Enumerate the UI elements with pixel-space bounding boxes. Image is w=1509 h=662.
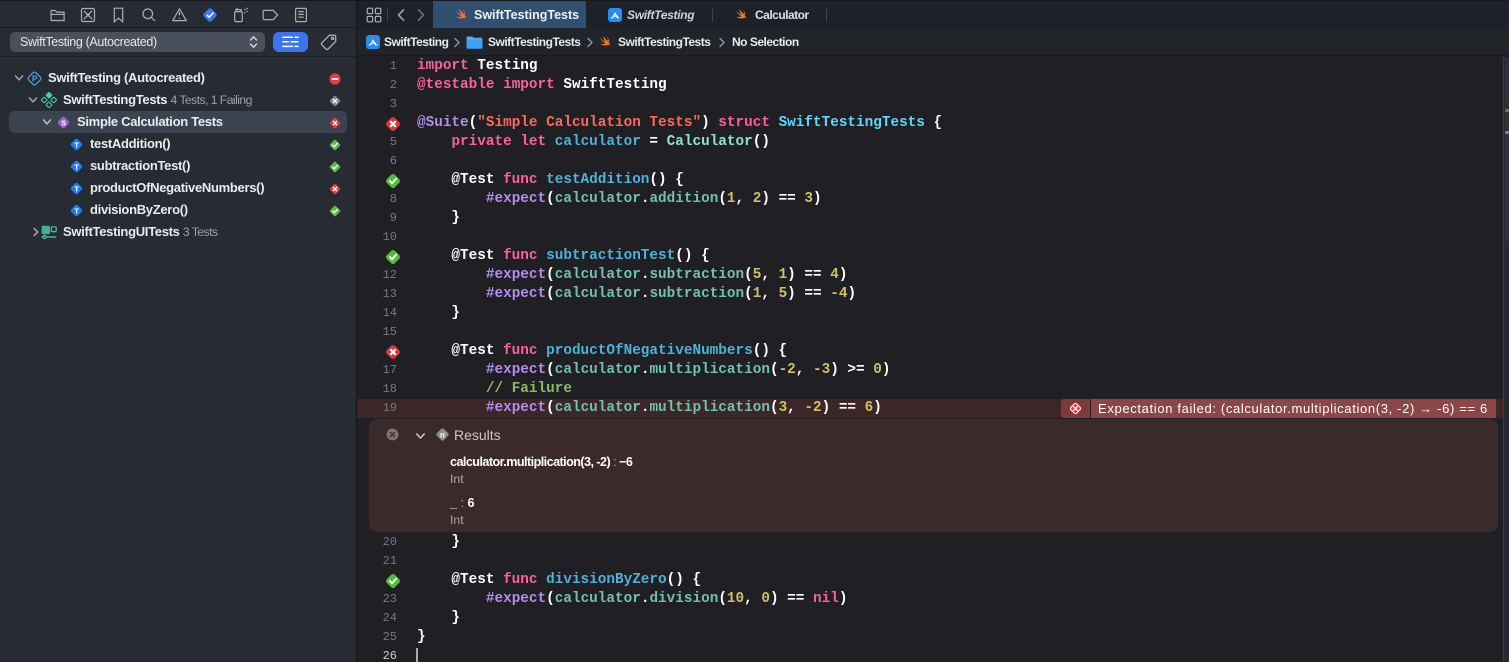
svg-text:T: T [74,162,79,171]
svg-text:T: T [74,184,79,193]
svg-text:n: n [440,430,445,440]
svg-text:T: T [74,206,79,215]
svg-text:T: T [74,140,79,149]
svg-text:S: S [61,118,66,127]
svg-text:P: P [32,74,38,84]
